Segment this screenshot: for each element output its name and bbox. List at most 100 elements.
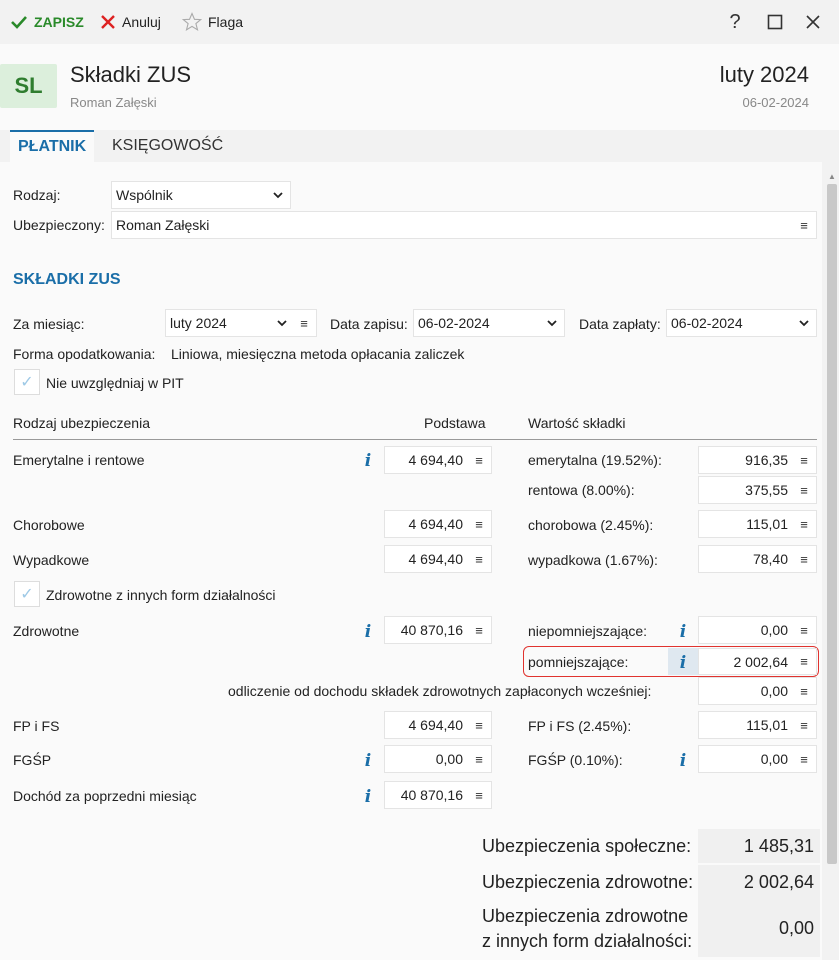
data-zapisu-label: Data zapisu: [330,316,408,332]
cancel-button[interactable]: Anuluj [100,0,161,44]
emerytalne-podstawa-field[interactable]: 4 694,40 ≡ [384,446,492,474]
ubezpieczony-value: Roman Załęski [116,217,210,233]
fpfs-rate-label: FP i FS (2.45%): [528,718,632,734]
info-icon[interactable]: i [360,451,376,471]
maximize-button[interactable] [760,8,790,36]
menu-icon[interactable]: ≡ [471,517,487,532]
star-icon [182,12,202,31]
fgsp-field[interactable]: 0,00 ≡ [698,745,817,773]
data-zaplaty-picker[interactable]: 06-02-2024 [666,309,817,337]
pit-checkbox[interactable]: ✓ [14,369,40,395]
wypadkowe-label: Wypadkowe [13,552,90,568]
table-divider [13,439,817,440]
page-subtitle: Roman Załęski [70,95,157,110]
fgsp-label: FGŚP [13,752,52,768]
flag-button[interactable]: Flaga [182,0,243,44]
chevron-down-icon[interactable] [796,319,812,327]
wypadkowa-value: 78,40 [752,551,788,567]
za-miesiac-label: Za miesiąc: [13,316,85,332]
page-title: Składki ZUS [70,62,192,87]
rodzaj-select[interactable]: Wspólnik [111,181,291,209]
menu-icon[interactable]: ≡ [796,453,812,468]
menu-icon[interactable]: ≡ [796,218,812,233]
zdrowotne-podstawa-field[interactable]: 40 870,16 ≡ [384,616,492,644]
tab-ksiegowosc[interactable]: KSIĘGOWOŚĆ [104,130,231,162]
zdrowotne-inne-checkbox[interactable]: ✓ [14,581,40,607]
close-window-button[interactable] [798,8,828,36]
fgsp-podstawa-field[interactable]: 0,00 ≡ [384,745,492,773]
fpfs-label: FP i FS [13,718,60,734]
data-zaplaty-value: 06-02-2024 [671,315,743,331]
maximize-icon [767,14,783,30]
close-icon [101,15,115,29]
menu-icon[interactable]: ≡ [796,483,812,498]
fpfs-field[interactable]: 115,01 ≡ [698,711,817,739]
info-icon[interactable]: i [675,653,691,673]
odliczenie-field[interactable]: 0,00 ≡ [698,677,817,705]
menu-icon[interactable]: ≡ [796,623,812,638]
dochod-field[interactable]: 40 870,16 ≡ [384,781,492,809]
fgsp-value: 0,00 [760,751,788,767]
emerytalna-field[interactable]: 916,35 ≡ [698,446,817,474]
menu-icon[interactable]: ≡ [471,752,487,767]
zdrowotne-podstawa-value: 40 870,16 [400,622,463,638]
save-button[interactable]: ZAPISZ [10,0,84,44]
tab-platnik[interactable]: PŁATNIK [10,130,95,162]
info-icon[interactable]: i [675,622,691,642]
menu-icon[interactable]: ≡ [471,453,487,468]
chorobowe-podstawa-value: 4 694,40 [408,516,464,532]
menu-icon[interactable]: ≡ [796,684,812,699]
niepomniejszajace-label: niepomniejszające: [528,623,648,639]
info-icon[interactable]: i [360,751,376,771]
forma-label: Forma opodatkowania: [13,346,156,362]
chevron-down-icon [273,192,283,199]
save-label: ZAPISZ [34,14,84,30]
fpfs-podstawa-field[interactable]: 4 694,40 ≡ [384,711,492,739]
document-header: SL Składki ZUS Roman Załęski luty 2024 0… [0,44,839,130]
niepomniejszajace-value: 0,00 [760,622,788,638]
rentowa-field[interactable]: 375,55 ≡ [698,476,817,504]
pomniejszajace-field[interactable]: 2 002,64 ≡ [698,648,817,675]
menu-icon[interactable]: ≡ [296,316,312,331]
menu-icon[interactable]: ≡ [471,623,487,638]
scrollbar-thumb[interactable] [827,184,837,864]
flag-label: Flaga [208,14,244,30]
menu-icon[interactable]: ≡ [796,654,812,669]
menu-icon[interactable]: ≡ [471,788,487,803]
menu-icon[interactable]: ≡ [796,517,812,532]
fgsp-rate-label: FGŚP (0.10%): [528,752,623,768]
info-icon[interactable]: i [675,751,691,771]
chorobowe-podstawa-field[interactable]: 4 694,40 ≡ [384,510,492,538]
menu-icon[interactable]: ≡ [796,552,812,567]
cancel-label: Anuluj [122,14,161,30]
data-zapisu-picker[interactable]: 06-02-2024 [413,309,565,337]
menu-icon[interactable]: ≡ [796,718,812,733]
data-zapisu-value: 06-02-2024 [418,315,490,331]
wypadkowa-field[interactable]: 78,40 ≡ [698,545,817,573]
info-icon[interactable]: i [360,622,376,642]
help-button[interactable]: ? [720,8,750,36]
menu-icon[interactable]: ≡ [796,752,812,767]
info-icon[interactable]: i [360,787,376,807]
chevron-down-icon[interactable] [274,319,290,327]
dochod-label: Dochód za poprzedni miesiąc [13,788,197,804]
ubezpieczony-field[interactable]: Roman Załęski ≡ [111,211,817,239]
chorobowa-field[interactable]: 115,01 ≡ [698,510,817,538]
chevron-down-icon[interactable] [544,319,560,327]
summary-zdrowotne-value: 2 002,64 [698,865,820,899]
summary-spoleczne-value: 1 485,31 [698,829,820,863]
section-title: SKŁADKI ZUS [13,271,121,288]
niepomniejszajace-field[interactable]: 0,00 ≡ [698,616,817,644]
check-icon: ✓ [20,586,34,603]
scroll-up-arrow-icon[interactable]: ▲ [825,168,839,184]
ubezpieczony-label: Ubezpieczony: [13,217,105,233]
za-miesiac-select[interactable]: luty 2024 ≡ [165,309,317,337]
wypadkowe-podstawa-value: 4 694,40 [408,551,464,567]
summary-inne-value: 0,00 [698,899,820,957]
wypadkowe-podstawa-field[interactable]: 4 694,40 ≡ [384,545,492,573]
menu-icon[interactable]: ≡ [471,552,487,567]
emerytalna-label: emerytalna (19.52%): [528,452,662,468]
rodzaj-label: Rodzaj: [13,187,61,203]
pomniejszajace-value: 2 002,64 [733,653,789,670]
menu-icon[interactable]: ≡ [471,718,487,733]
